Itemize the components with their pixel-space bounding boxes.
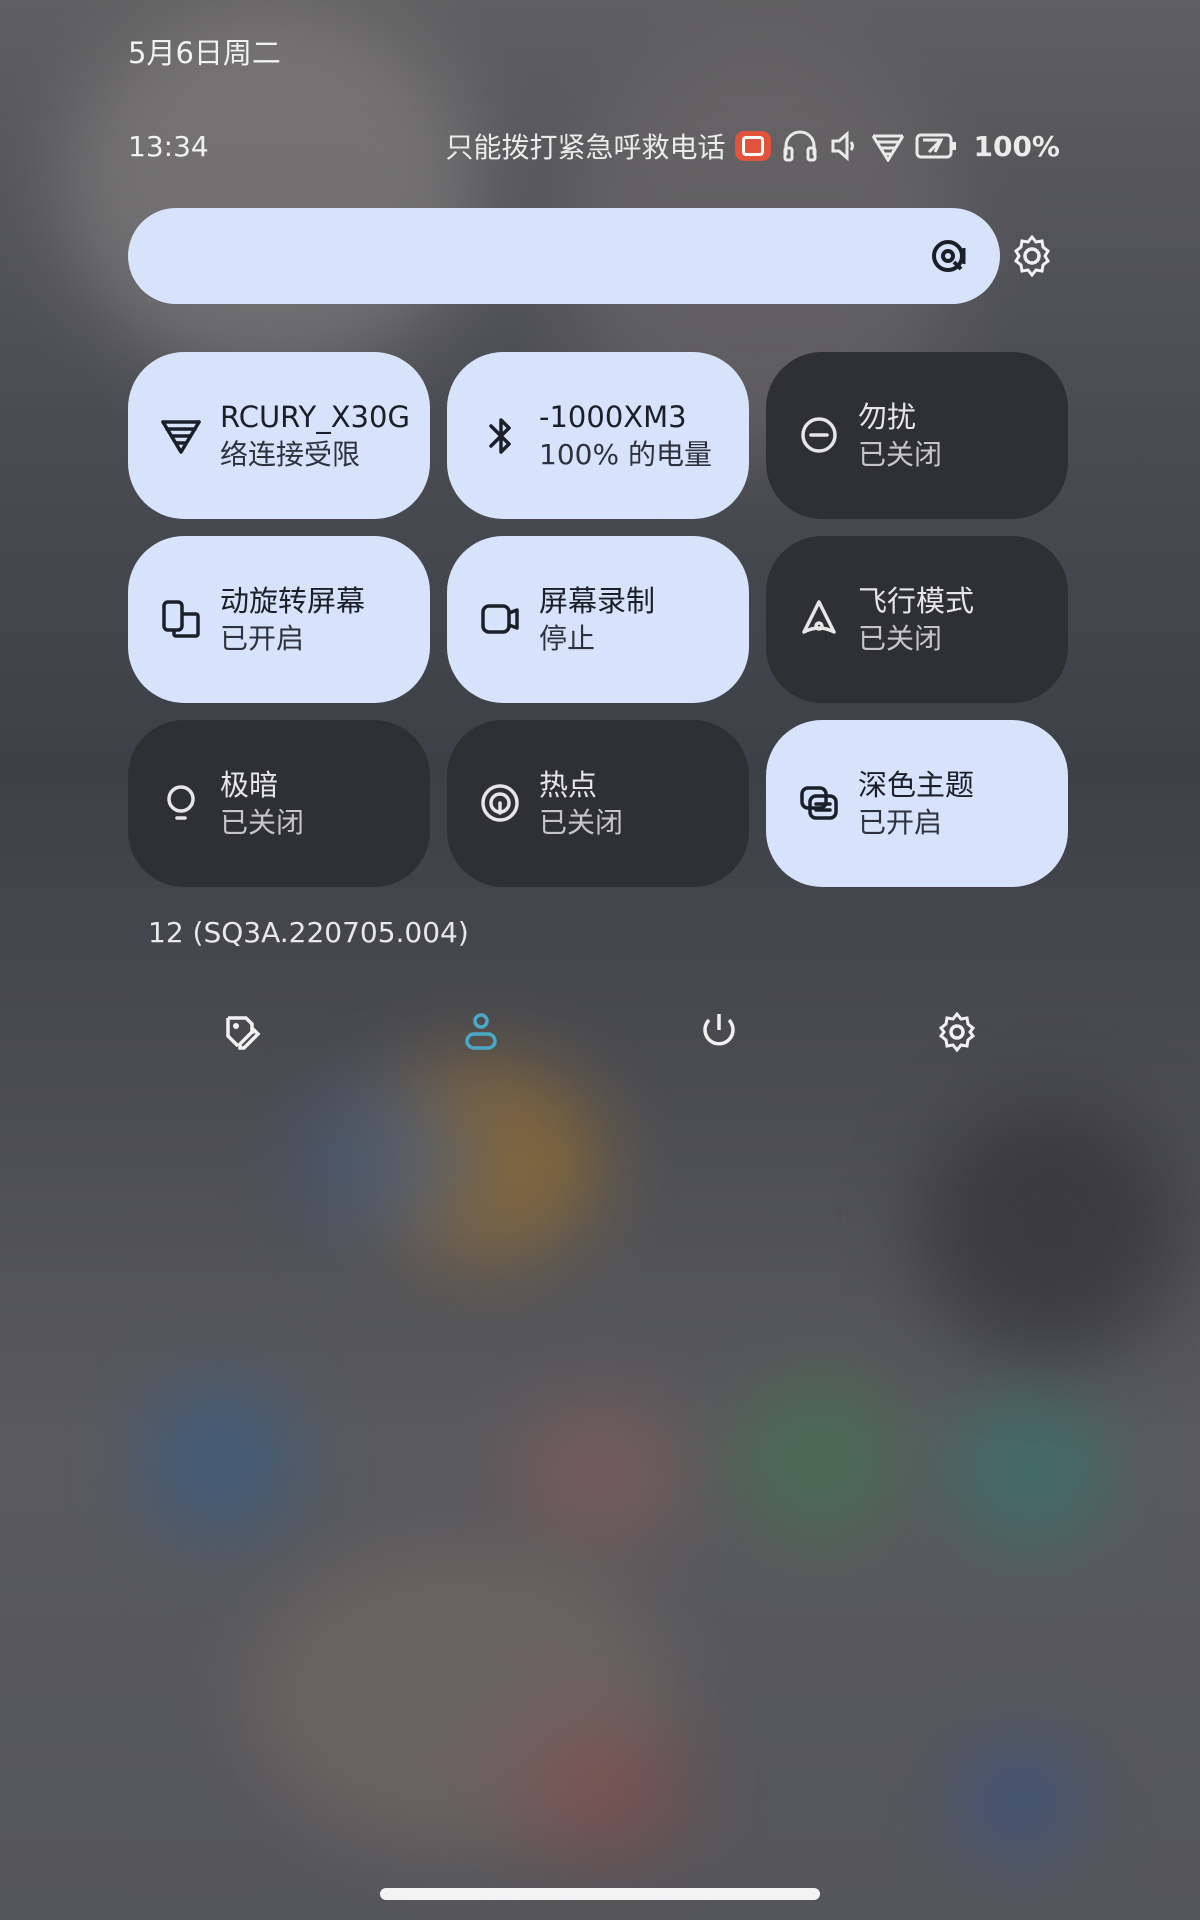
qs-tile-text: RCURY_X30G 络连接受限 — [220, 398, 410, 474]
do-not-disturb-icon — [801, 417, 837, 453]
qs-tile-subtitle: 络连接受限 — [220, 438, 361, 471]
extra-dim-icon — [167, 785, 195, 820]
qs-tile-title: 热点 — [539, 768, 598, 802]
hotspot-icon — [481, 784, 519, 822]
qs-tile-subtitle: 已关闭 — [858, 622, 943, 655]
status-icons: 只能拨打紧急呼救电话 100% — [445, 126, 1060, 166]
qs-tile-text: 极暗 已关闭 — [220, 766, 410, 842]
qs-tile-text: 勿扰 已关闭 — [858, 398, 1048, 474]
date-label: 5月6日周二 — [128, 36, 281, 70]
qs-tile[interactable]: -1000XM3 100% 的电量 — [447, 352, 749, 519]
screen-record-icon — [735, 131, 772, 161]
settings-icon-bottom[interactable] — [935, 1010, 979, 1054]
wifi-icon — [872, 134, 905, 162]
google-lens-icon[interactable] — [928, 234, 972, 278]
build-number[interactable]: 12 (SQ3A.220705.004) — [148, 916, 469, 949]
auto-rotate-icon — [162, 600, 200, 638]
bluetooth-headphones-icon — [489, 418, 511, 454]
qs-tile[interactable]: RCURY_X30G 络连接受限 — [128, 352, 430, 519]
qs-tile-title: 勿扰 — [858, 400, 917, 434]
qs-tile-text: -1000XM3 100% 的电量 — [539, 398, 729, 474]
wifi-icon — [161, 420, 201, 454]
quick-settings-grid: RCURY_X30G 络连接受限 -1000XM3 100% 的电量 勿扰 已关闭 动旋转屏… — [128, 352, 1072, 887]
qs-tile[interactable]: 热点 已关闭 — [447, 720, 749, 887]
qs-tile-title: 极暗 — [220, 768, 279, 802]
qs-tile-title: 飞行模式 — [858, 584, 975, 618]
edit-icon[interactable] — [220, 1010, 264, 1054]
qs-tile-text: 动旋转屏幕 已开启 — [220, 582, 410, 658]
qs-tile-subtitle: 已关闭 — [539, 806, 624, 839]
qs-tile-text: 热点 已关闭 — [539, 766, 729, 842]
clock: 13:34 — [128, 129, 209, 163]
qs-tile-subtitle: 已开启 — [858, 806, 943, 839]
qs-tile-subtitle: 停止 — [539, 622, 596, 655]
qs-tile[interactable]: 深色主题 已开启 — [766, 720, 1068, 887]
navigation-handle[interactable] — [380, 1888, 820, 1900]
headphones-icon — [783, 130, 817, 162]
dark-theme-icon — [800, 786, 838, 820]
settings-icon[interactable] — [1010, 234, 1054, 278]
qs-tile-text: 飞行模式 已关闭 — [858, 582, 1048, 658]
qs-tile[interactable]: 屏幕录制 停止 — [447, 536, 749, 703]
qs-tile-title: -1000XM3 — [539, 400, 687, 434]
battery-percent: 100% — [973, 129, 1060, 163]
qs-tile[interactable]: 飞行模式 已关闭 — [766, 536, 1068, 703]
qs-tile[interactable]: 勿扰 已关闭 — [766, 352, 1068, 519]
qs-tile-title: 动旋转屏幕 — [220, 584, 366, 618]
carrier-status-text: 只能拨打紧急呼救电话 — [445, 131, 726, 164]
status-bar: 13:34 只能拨打紧急呼救电话 100% — [128, 124, 1060, 168]
qs-tile-subtitle: 已关闭 — [220, 806, 305, 839]
user-icon[interactable] — [459, 1010, 503, 1054]
screen-record-icon — [481, 604, 519, 634]
qs-tile-text: 深色主题 已开启 — [858, 766, 1048, 842]
volume-icon — [831, 130, 855, 162]
qs-tile-subtitle: 已关闭 — [858, 438, 943, 471]
qs-tile-title: 深色主题 — [858, 768, 975, 802]
qs-tile-title: 屏幕录制 — [539, 584, 656, 618]
qs-tile-subtitle: 已开启 — [220, 622, 305, 655]
qs-tile-text: 屏幕录制 停止 — [539, 582, 729, 658]
qs-tile[interactable]: 动旋转屏幕 已开启 — [128, 536, 430, 703]
power-icon[interactable] — [697, 1010, 741, 1054]
airplane-mode-icon — [802, 600, 836, 634]
qs-tile-subtitle: 100% 的电量 — [539, 438, 712, 471]
qs-tile-title: RCURY_X30G — [220, 400, 410, 434]
search-bar[interactable] — [128, 208, 1000, 304]
bottom-actions — [0, 1010, 1200, 1054]
qs-tile[interactable]: 极暗 已关闭 — [128, 720, 430, 887]
battery-charging-icon — [915, 133, 957, 159]
